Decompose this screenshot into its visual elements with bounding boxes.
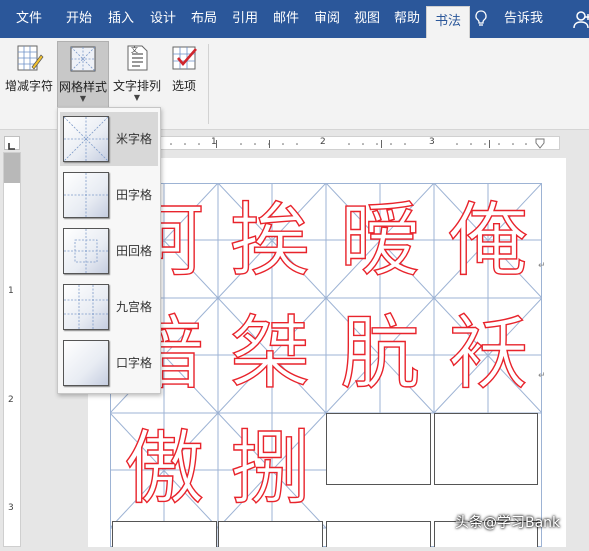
calligraphy-char[interactable]: 袄	[447, 307, 528, 400]
lightbulb-icon[interactable]	[470, 0, 496, 38]
vruler-mark-1: 1	[8, 286, 14, 296]
text-arrange-label: 文字排列	[112, 79, 161, 93]
tianzige-thumbnail-icon	[63, 172, 109, 218]
share-user-icon[interactable]	[565, 0, 589, 38]
menu-item-mizige[interactable]: 米字格	[60, 112, 158, 166]
options-button[interactable]: 选项	[166, 41, 202, 103]
svg-text:文: 文	[131, 45, 138, 54]
tab-layout[interactable]: 布局	[183, 0, 225, 38]
vertical-ruler[interactable]: 1 2 3	[3, 152, 21, 547]
chevron-down-icon: ▼	[133, 93, 141, 102]
grid-style-label: 网格样式	[58, 80, 107, 94]
tab-review[interactable]: 审阅	[306, 0, 348, 38]
tab-tell-me[interactable]: 告诉我	[496, 0, 551, 38]
tab-file[interactable]: 文件	[8, 0, 50, 38]
menu-item-label: 田回格	[116, 244, 153, 258]
tab-view[interactable]: 视图	[346, 0, 388, 38]
horizontal-ruler[interactable]: 1 2 3	[110, 136, 560, 150]
text-document-icon: 文	[122, 43, 152, 73]
menu-item-label: 九宫格	[116, 300, 153, 314]
grid-style-button[interactable]: 网格样式 ▼	[57, 41, 109, 109]
ruler-mark-1: 1	[211, 137, 217, 147]
jiugongge-thumbnail-icon	[63, 284, 109, 330]
ribbon-separator	[208, 44, 209, 124]
calligraphy-char[interactable]: 捌	[229, 422, 310, 515]
mizige-thumbnail-icon	[63, 116, 109, 162]
menu-item-tianhuige[interactable]: 田回格	[60, 224, 158, 278]
calligraphy-char[interactable]: 挨	[229, 194, 310, 287]
calligraphy-char[interactable]: 肮	[339, 307, 420, 400]
add-remove-chars-label: 增减字符	[4, 79, 53, 93]
grid-pencil-icon	[14, 43, 44, 73]
tab-selector[interactable]	[4, 136, 20, 150]
tab-mailings[interactable]: 邮件	[265, 0, 307, 38]
menu-item-jiugongge[interactable]: 九宫格	[60, 280, 158, 334]
calligraphy-char[interactable]: 暧	[339, 194, 420, 287]
tab-calligraphy[interactable]: 书法	[426, 6, 471, 38]
calligraphy-char[interactable]: 桀	[229, 307, 310, 400]
mizige-grid-icon	[68, 44, 98, 74]
calligraphy-char[interactable]: 傲	[123, 422, 204, 515]
menu-item-label: 田字格	[116, 188, 153, 202]
watermark-text: 头条@学习Bank	[455, 515, 561, 531]
paragraph-mark: ↵	[538, 261, 546, 271]
text-arrange-button[interactable]: 文 文字排列 ▼	[110, 41, 164, 103]
tab-design[interactable]: 设计	[142, 0, 184, 38]
grid-style-dropdown: 米字格 田字格 田回格 九宫格 口字格	[57, 107, 161, 394]
calligraphy-grid: 阿 挨 暧 俺 谙 桀 肮 袄 傲 捌 ↵ ↵	[109, 182, 546, 551]
add-remove-chars-button[interactable]: 增减字符	[2, 41, 56, 103]
chevron-down-icon: ▼	[79, 94, 87, 103]
tab-references[interactable]: 引用	[224, 0, 266, 38]
menu-item-tianzige[interactable]: 田字格	[60, 168, 158, 222]
tab-insert[interactable]: 插入	[100, 0, 142, 38]
ribbon-tab-bar: 文件 开始 插入 设计 布局 引用 邮件 审阅 视图 帮助 书法 告诉我	[0, 0, 589, 38]
menu-item-kouzige[interactable]: 口字格	[60, 336, 158, 390]
menu-item-label: 米字格	[116, 132, 153, 146]
ruler-mark-3: 3	[429, 137, 435, 147]
paragraph-mark: ↵	[538, 371, 546, 381]
menu-item-label: 口字格	[116, 356, 153, 370]
ruler-mark-2: 2	[320, 137, 326, 147]
tianhuige-thumbnail-icon	[63, 228, 109, 274]
vruler-mark-2: 2	[8, 395, 14, 405]
tab-help[interactable]: 帮助	[386, 0, 428, 38]
vruler-mark-3: 3	[8, 503, 14, 513]
calligraphy-char[interactable]: 俺	[447, 194, 528, 287]
kouzige-thumbnail-icon	[63, 340, 109, 386]
options-label: 选项	[171, 79, 196, 93]
checkmark-grid-icon	[169, 43, 199, 73]
tab-home[interactable]: 开始	[58, 0, 100, 38]
